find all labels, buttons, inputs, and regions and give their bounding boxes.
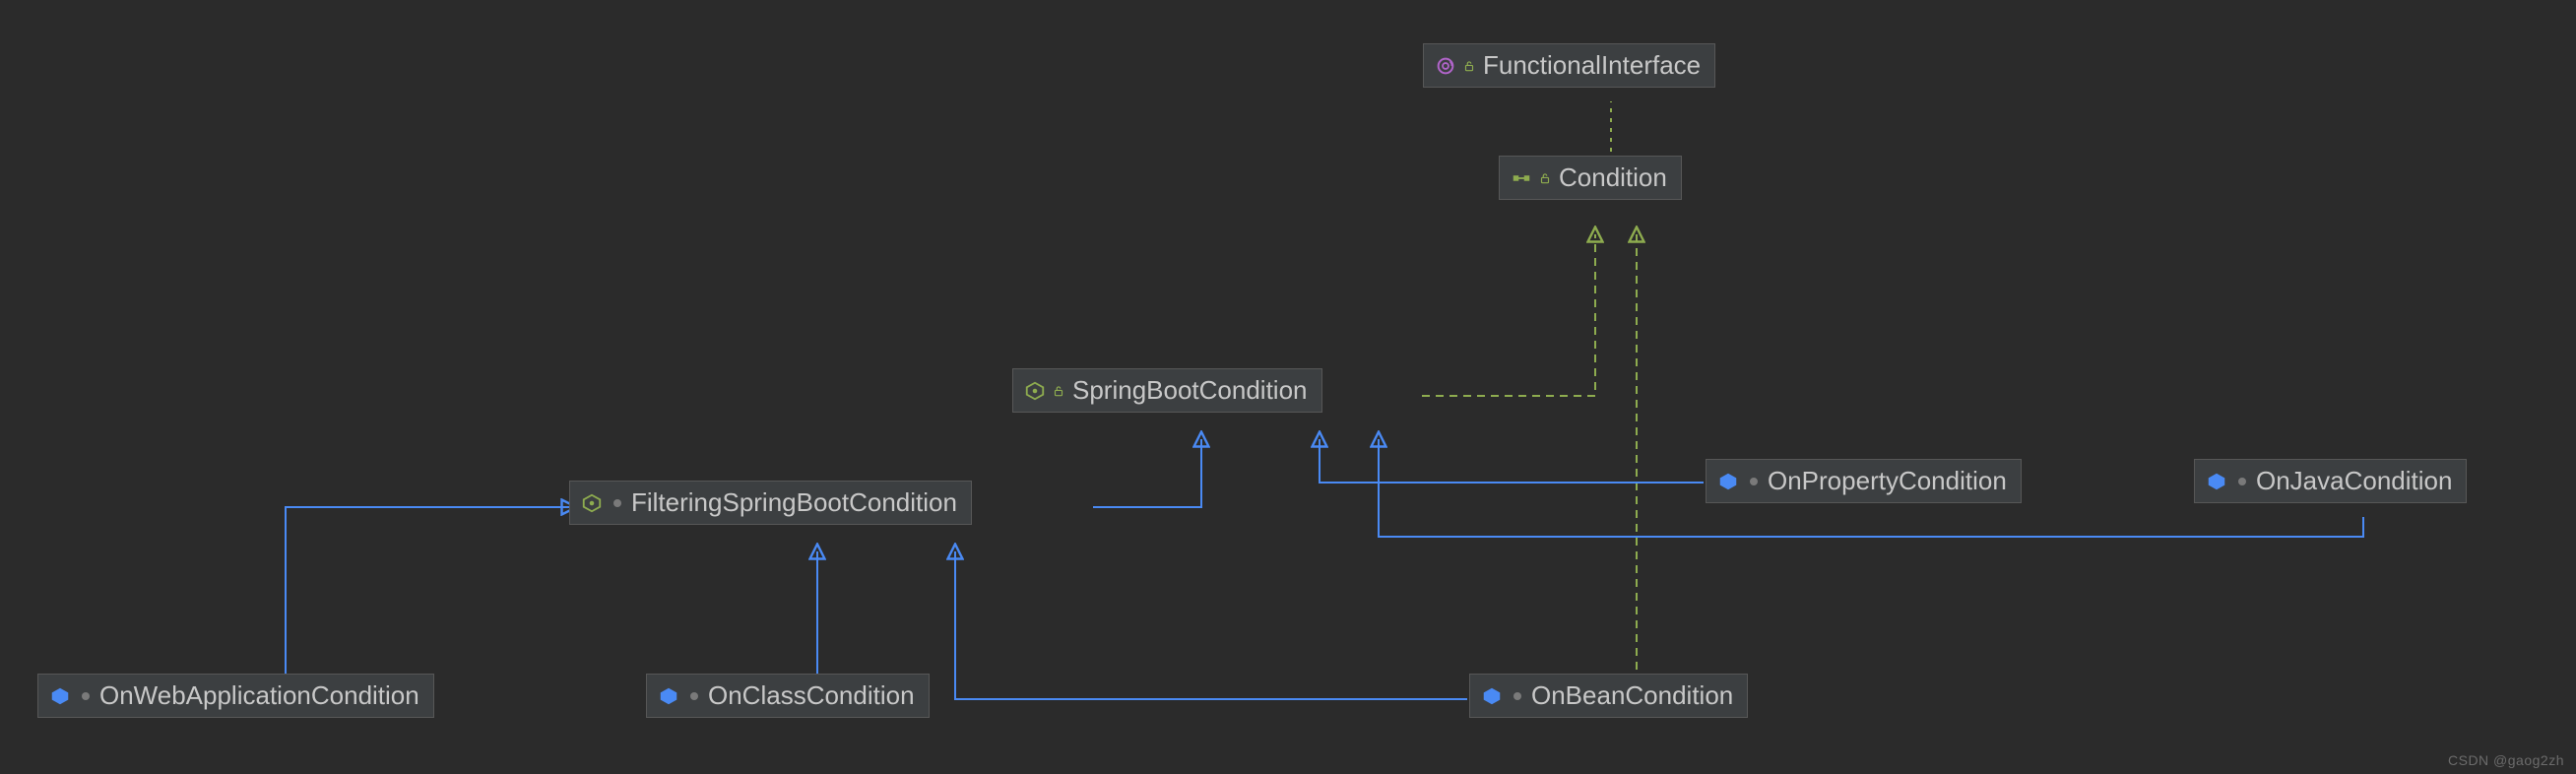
node-label: OnClassCondition (708, 680, 915, 711)
class-icon (657, 684, 680, 708)
visibility-dot-icon (1750, 478, 1758, 485)
visibility-dot-icon (2238, 478, 2246, 485)
node-label: OnPropertyCondition (1768, 466, 2007, 496)
visibility-dot-icon (1513, 692, 1521, 700)
class-icon (2205, 470, 2228, 493)
edge-springboot-implements-condition (1422, 234, 1595, 396)
node-filtering-springboot-condition[interactable]: FilteringSpringBootCondition (569, 481, 972, 525)
edge-onwebapp-extends-filtering (286, 507, 569, 683)
class-icon (48, 684, 72, 708)
node-onjava-condition[interactable]: OnJavaCondition (2194, 459, 2467, 503)
node-label: FunctionalInterface (1483, 50, 1701, 81)
watermark-text: CSDN @gaog2zh (2448, 752, 2564, 768)
node-onclass-condition[interactable]: OnClassCondition (646, 674, 930, 718)
abstract-class-icon (580, 491, 604, 515)
visibility-dot-icon (690, 692, 698, 700)
node-label: OnWebApplicationCondition (99, 680, 419, 711)
node-springboot-condition[interactable]: SpringBootCondition (1012, 368, 1322, 413)
visibility-dot-icon (82, 692, 90, 700)
abstract-class-icon (1023, 379, 1047, 403)
node-label: OnBeanCondition (1531, 680, 1733, 711)
node-label: OnJavaCondition (2256, 466, 2452, 496)
node-onwebapplication-condition[interactable]: OnWebApplicationCondition (37, 674, 434, 718)
node-condition[interactable]: Condition (1499, 156, 1682, 200)
annotation-icon (1434, 54, 1457, 78)
edge-onbean-extends-filtering (955, 551, 1467, 699)
node-onproperty-condition[interactable]: OnPropertyCondition (1706, 459, 2022, 503)
node-label: FilteringSpringBootCondition (631, 487, 957, 518)
lock-icon (1461, 58, 1477, 74)
node-functional-interface[interactable]: FunctionalInterface (1423, 43, 1715, 88)
interface-icon (1510, 166, 1533, 190)
node-onbean-condition[interactable]: OnBeanCondition (1469, 674, 1748, 718)
edge-onproperty-extends-springboot (1320, 439, 1704, 483)
lock-icon (1051, 383, 1066, 399)
edge-filtering-extends-springboot (1093, 439, 1201, 507)
class-icon (1480, 684, 1504, 708)
lock-icon (1537, 170, 1553, 186)
node-label: Condition (1559, 162, 1667, 193)
visibility-dot-icon (613, 499, 621, 507)
node-label: SpringBootCondition (1072, 375, 1308, 406)
class-icon (1716, 470, 1740, 493)
